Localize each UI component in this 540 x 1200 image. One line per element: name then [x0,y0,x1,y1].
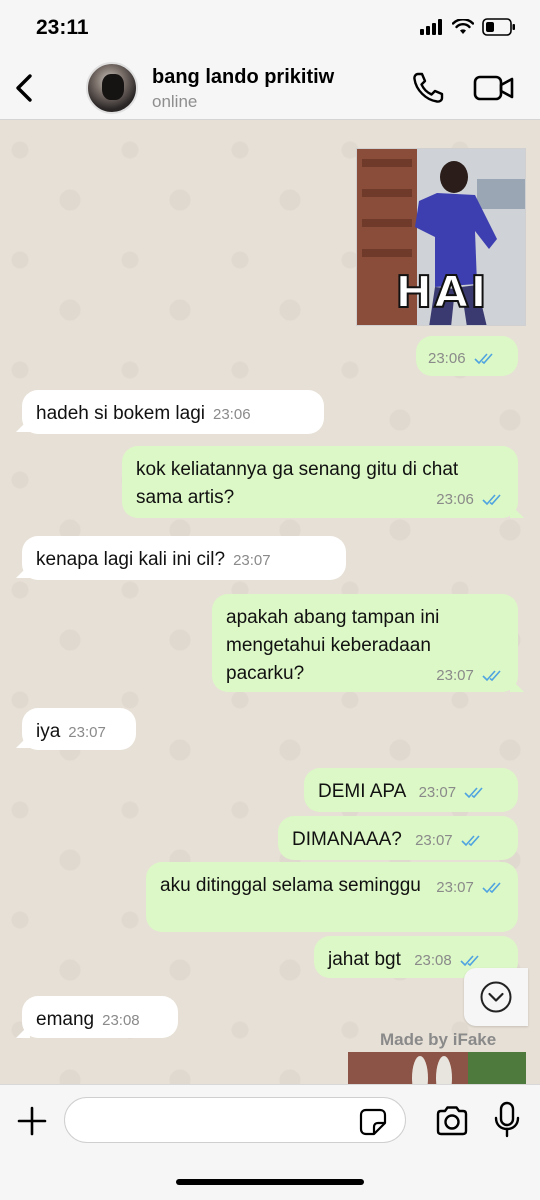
message-text: aku ditinggal selama seminggu [160,875,421,896]
message-time: 23:07 [436,667,474,684]
sticker-caption: HAI [394,266,489,319]
read-ticks-icon [482,670,501,682]
voice-call-button[interactable] [410,70,446,106]
message-time: 23:08 [414,952,452,969]
sticker-preview[interactable] [348,1052,526,1084]
chat-area[interactable]: HAI 23:06 hadeh si bokem lagi 23:06 kok k… [0,120,540,1084]
message-text: jahat bgt [328,949,401,970]
message-text: kenapa lagi kali ini cil? [36,549,226,570]
status-time: 23:11 [36,16,89,39]
message-time: 23:07 [415,832,453,849]
plus-icon [17,1106,47,1136]
message-time: 23:06 [213,406,251,423]
status-bar: 23:11 [0,0,540,56]
message-bubble-incoming[interactable]: kenapa lagi kali ini cil? 23:07 [22,536,346,580]
message-bubble-outgoing[interactable]: kok keliatannya ga senang gitu di chat s… [122,446,518,518]
message-input[interactable] [64,1097,406,1143]
video-call-button[interactable] [472,70,516,106]
read-ticks-icon [482,494,501,506]
message-text: DEMI APA [318,781,406,802]
message-text: emang [36,1009,95,1030]
status-icons [420,18,516,36]
message-input-bar [0,1084,540,1200]
camera-icon [436,1106,468,1136]
message-bubble-outgoing[interactable]: DIMANAAA? 23:07 [278,816,518,860]
phone-icon [413,72,444,103]
message-text: iya [36,721,61,742]
scroll-to-bottom-button[interactable] [464,968,528,1026]
message-time: 23:06 [436,491,474,508]
chat-header: bang lando prikitiw online [0,56,540,120]
read-ticks-icon [460,955,479,967]
read-ticks-icon [482,882,501,894]
avatar[interactable] [86,62,138,114]
wifi-icon [452,19,474,34]
message-time: 23:07 [436,879,474,896]
contact-status: online [152,92,198,111]
back-button[interactable] [8,68,40,108]
message-text: hadeh si bokem lagi [36,403,205,424]
chevron-down-circle-icon [480,981,512,1013]
microphone-icon [494,1101,520,1138]
message-time: 23:07 [418,784,457,801]
message-bubble-outgoing[interactable]: aku ditinggal selama seminggu 23:07 [146,862,518,932]
message-text: DIMANAAA? [292,829,402,850]
watermark: Made by iFake [380,1030,497,1049]
sticker-icon [359,1108,387,1136]
message-time: 23:07 [233,552,271,569]
message-text: kok keliatannya ga senang gitu di chat s… [136,459,459,508]
message-bubble-incoming[interactable]: iya 23:07 [22,708,136,750]
attach-button[interactable] [14,1103,50,1139]
microphone-button[interactable] [492,1101,522,1139]
home-indicator [176,1179,364,1185]
message-time: 23:08 [102,1012,140,1029]
read-ticks-icon [474,353,493,365]
video-camera-icon [473,75,514,101]
message-text: apakah abang tampan ini mengetahui keber… [226,607,440,684]
image-time-bubble: 23:06 [416,336,518,376]
message-time: 23:06 [428,350,466,367]
battery-icon [482,18,515,36]
read-ticks-icon [464,787,483,799]
sticker-preview-image [348,1052,526,1084]
message-bubble-incoming[interactable]: hadeh si bokem lagi 23:06 [22,390,324,434]
read-ticks-icon [461,835,480,847]
sticker-button[interactable] [358,1107,388,1137]
camera-button[interactable] [434,1103,470,1139]
message-bubble-incoming[interactable]: emang 23:08 [22,996,178,1038]
message-time: 23:07 [68,724,106,741]
contact-name[interactable]: bang lando prikitiw [152,66,334,89]
image-message[interactable]: HAI [356,148,526,326]
chevron-left-icon [16,74,32,102]
cellular-signal-icon [420,19,442,35]
message-bubble-outgoing[interactable]: apakah abang tampan ini mengetahui keber… [212,594,518,692]
message-bubble-outgoing[interactable]: DEMI APA 23:07 [304,768,518,812]
